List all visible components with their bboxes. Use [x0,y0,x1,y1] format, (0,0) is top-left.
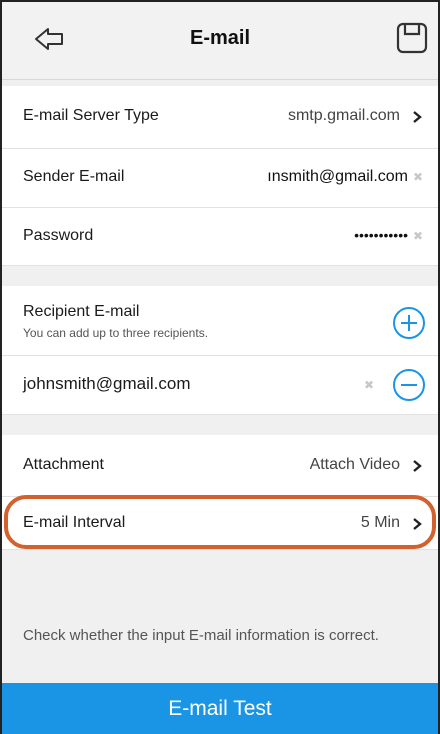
sender-email-label: Sender E-mail [23,168,125,185]
password-row: Password ••••••••••• ✖ [0,208,440,266]
password-label: Password [23,227,94,244]
recipient-label: Recipient E-mail [23,303,140,320]
email-interval-value: 5 Min [360,514,400,531]
sender-email-row: Sender E-mail ınsmith@gmail.com ✖ [0,149,440,208]
section-gap [0,415,440,435]
email-interval-label: E-mail Interval [23,514,126,531]
page-title: E-mail [189,27,251,49]
clear-icon[interactable]: ✖ [363,379,375,391]
recipient-email-field[interactable]: johnsmith@gmail.com [23,374,190,394]
section-gap [0,266,440,286]
add-recipient-icon[interactable] [392,306,426,340]
password-field[interactable]: ••••••••••• [354,227,408,243]
chevron-right-icon [413,518,422,530]
server-type-value: smtp.gmail.com [287,107,400,124]
recipient-hint: You can add up to three recipients. [23,326,209,340]
chevron-right-icon [413,460,422,472]
attachment-row[interactable]: Attachment Attach Video [0,435,440,497]
chevron-right-icon [413,111,422,123]
remove-recipient-icon[interactable] [392,368,426,402]
server-type-label: E-mail Server Type [23,107,159,124]
email-test-button[interactable]: E-mail Test [0,683,440,734]
save-icon[interactable] [394,20,430,56]
attachment-label: Attachment [23,456,104,473]
clear-icon[interactable]: ✖ [412,171,424,183]
server-type-row[interactable]: E-mail Server Type smtp.gmail.com [0,86,440,149]
attachment-value: Attach Video [309,456,400,473]
recipient-header-row: Recipient E-mail You can add up to three… [0,286,440,356]
sender-email-field[interactable]: ınsmith@gmail.com [238,168,408,186]
recipient-item-row: johnsmith@gmail.com ✖ [0,356,440,415]
app-header: E-mail [0,0,440,80]
email-interval-row[interactable]: E-mail Interval 5 Min [0,497,440,550]
test-hint-text: Check whether the input E-mail informati… [23,627,379,644]
clear-icon[interactable]: ✖ [412,230,424,242]
